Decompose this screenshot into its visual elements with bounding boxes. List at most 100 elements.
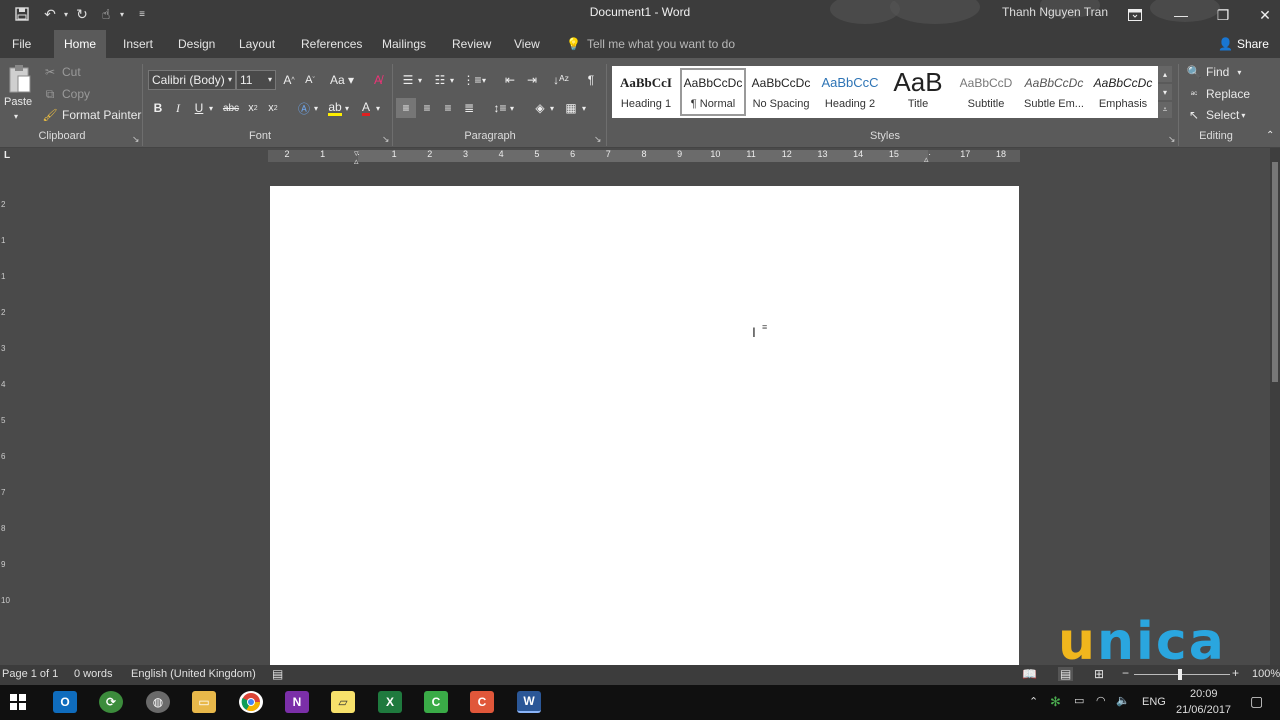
tab-view[interactable]: View (504, 30, 550, 58)
clock-date[interactable]: 21/06/2017 (1176, 704, 1231, 716)
excel-icon[interactable]: X (378, 691, 402, 713)
close-icon[interactable]: ✕ (1242, 0, 1280, 30)
styles-more-icon[interactable]: ⩡ (1158, 102, 1172, 118)
input-language[interactable]: ENG (1142, 696, 1166, 708)
style-subtle-emphasis[interactable]: AaBbCcDc Subtle Em... (1021, 68, 1087, 116)
font-size-combo[interactable]: 11 ▾ (236, 70, 276, 90)
superscript-icon[interactable]: x2 (263, 98, 283, 118)
tab-insert[interactable]: Insert (113, 30, 163, 58)
font-color-dropdown-icon[interactable]: ▾ (372, 98, 384, 118)
user-name[interactable]: Thanh Nguyen Tran (990, 5, 1120, 19)
minimize-icon[interactable]: — (1158, 0, 1204, 30)
tab-mailings[interactable]: Mailings (372, 30, 436, 58)
vertical-ruler[interactable]: 2 1 1 2 3 4 5 6 7 8 9 10 (0, 164, 12, 665)
font-name-combo[interactable]: Calibri (Body) ▾ (148, 70, 236, 90)
styles-launcher-icon[interactable]: ↘ (1168, 134, 1176, 145)
zoom-level[interactable]: 100% (1252, 668, 1280, 680)
numbering-dropdown-icon[interactable]: ▾ (446, 70, 458, 90)
windows-start-icon[interactable] (6, 691, 30, 713)
volume-icon[interactable]: 🔈 (1116, 694, 1130, 707)
find-button[interactable]: 🔍 Find ▾ (1186, 64, 1242, 80)
align-center-icon[interactable]: ≡ (417, 98, 437, 118)
bullets-dropdown-icon[interactable]: ▾ (414, 70, 426, 90)
zoom-slider-track[interactable] (1134, 674, 1230, 675)
paste-button[interactable] (6, 64, 34, 94)
style-heading-2[interactable]: AaBbCcC Heading 2 (817, 68, 883, 116)
multilevel-dropdown-icon[interactable]: ▾ (478, 70, 490, 90)
macro-record-icon[interactable]: ▤ (272, 667, 283, 681)
style-emphasis[interactable]: AaBbCcDc Emphasis (1090, 68, 1156, 116)
styles-scroll-down-icon[interactable]: ▾ (1158, 84, 1172, 100)
change-case-icon[interactable]: Aa ▾ (328, 70, 356, 90)
clock-time[interactable]: 20:09 (1190, 688, 1218, 700)
camtasia-recorder-icon[interactable]: C (470, 691, 494, 713)
tab-review[interactable]: Review (442, 30, 501, 58)
redo-icon[interactable]: ↻ (72, 4, 92, 24)
format-painter-button[interactable]: 🖌 Format Painter (42, 107, 141, 123)
collapse-ribbon-icon[interactable]: ⌃ (1266, 130, 1274, 141)
styles-scroll-up-icon[interactable]: ▴ (1158, 66, 1172, 82)
bold-icon[interactable]: B (148, 98, 168, 118)
chrome-icon[interactable] (239, 691, 263, 713)
borders-dropdown-icon[interactable]: ▾ (578, 98, 590, 118)
tab-selector-icon[interactable]: L (4, 150, 10, 161)
strikethrough-icon[interactable]: abc (221, 98, 241, 118)
highlight-dropdown-icon[interactable]: ▾ (341, 98, 353, 118)
tab-home[interactable]: Home (54, 30, 107, 58)
sort-icon[interactable]: ↓ᴬᶻ (551, 70, 571, 90)
zoom-in-icon[interactable]: + (1232, 666, 1239, 680)
paste-label[interactable]: Paste (4, 96, 32, 108)
shrink-font-icon[interactable]: Aˇ (300, 70, 320, 90)
tab-references[interactable]: References (291, 30, 372, 58)
save-icon[interactable] (12, 4, 32, 24)
style-no-spacing[interactable]: AaBbCcDc No Spacing (748, 68, 814, 116)
battery-icon[interactable]: ▭ (1074, 694, 1084, 707)
zoom-out-icon[interactable]: − (1122, 666, 1129, 680)
camtasia-green-icon[interactable]: C (424, 691, 448, 713)
select-button[interactable]: ↖ Select ▾ (1186, 107, 1245, 123)
language-status[interactable]: English (United Kingdom) (131, 668, 256, 680)
align-left-icon[interactable]: ≡ (396, 98, 416, 118)
grow-font-icon[interactable]: A ^ (279, 70, 299, 90)
globe-app-icon[interactable]: ◍ (146, 691, 170, 713)
web-layout-icon[interactable]: ⊞ (1094, 667, 1104, 681)
style-heading-1[interactable]: AaBbCcI Heading 1 (613, 68, 679, 116)
page-count[interactable]: Page 1 of 1 (2, 668, 58, 680)
justify-icon[interactable]: ≣ (459, 98, 479, 118)
wifi-icon[interactable]: ◠ (1096, 694, 1106, 707)
onenote-icon[interactable]: N (285, 691, 309, 713)
tab-layout[interactable]: Layout (229, 30, 285, 58)
style-subtitle[interactable]: AaBbCcD Subtitle (953, 68, 1019, 116)
shading-dropdown-icon[interactable]: ▾ (546, 98, 558, 118)
text-effects-dropdown-icon[interactable]: ▾ (310, 98, 322, 118)
clear-formatting-icon[interactable]: A̸ (368, 70, 388, 90)
replace-button[interactable]: ᵃᶜ Replace (1186, 86, 1250, 102)
horizontal-ruler[interactable]: L 2 1 · 1 2 3 4 5 6 7 8 9 10 11 12 13 14 15 · 17 18 ▿ ▵ ▵ (0, 148, 1280, 166)
increase-indent-icon[interactable]: ⇥ (522, 70, 542, 90)
tray-chevron-icon[interactable]: ⌃ (1029, 695, 1038, 708)
restore-icon[interactable]: ❐ (1200, 0, 1246, 30)
app-refresh-icon[interactable]: ⟳ (99, 691, 123, 713)
sticky-notes-icon[interactable]: ▱ (331, 691, 355, 713)
paste-dropdown-icon[interactable]: ▾ (14, 112, 18, 121)
notifications-icon[interactable]: ▢ (1250, 693, 1263, 710)
show-formatting-marks-icon[interactable]: ¶ (581, 70, 601, 90)
copy-button[interactable]: ⧉ Copy (42, 86, 90, 102)
word-count[interactable]: 0 words (74, 668, 113, 680)
tell-me-search[interactable]: 💡 Tell me what you want to do (566, 30, 735, 58)
italic-icon[interactable]: I (168, 98, 188, 118)
ribbon-display-options-icon[interactable] (1112, 0, 1158, 30)
clipboard-launcher-icon[interactable]: ↘ (132, 134, 140, 145)
touch-dropdown-icon[interactable]: ▾ (112, 4, 132, 24)
style-normal[interactable]: AaBbCcDc ¶ Normal (680, 68, 746, 116)
cut-button[interactable]: ✂ Cut (42, 64, 81, 80)
tab-design[interactable]: Design (168, 30, 225, 58)
font-launcher-icon[interactable]: ↘ (382, 134, 390, 145)
paragraph-launcher-icon[interactable]: ↘ (594, 134, 602, 145)
customize-qat-icon[interactable]: ≡ (132, 4, 152, 24)
align-right-icon[interactable]: ≡ (438, 98, 458, 118)
style-title[interactable]: AaB Title (885, 68, 951, 116)
document-page[interactable]: I ≡ (270, 186, 1019, 666)
print-layout-icon[interactable]: ▤ (1058, 667, 1074, 681)
share-button[interactable]: 👤 Share (1218, 30, 1269, 58)
